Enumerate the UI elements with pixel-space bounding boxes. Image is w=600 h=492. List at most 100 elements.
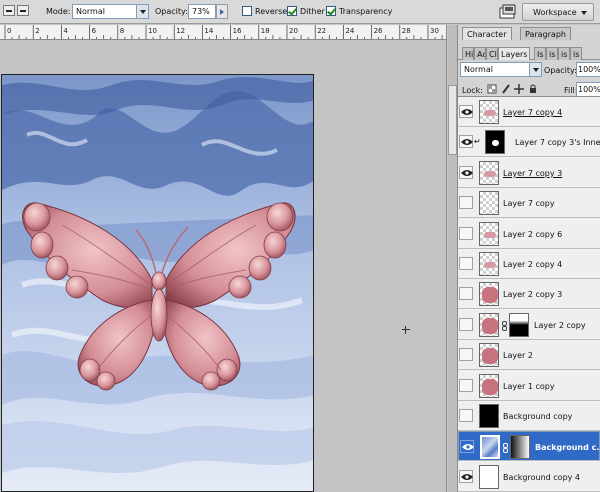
layer-row[interactable]: Layer 2 copy 3 [458,279,600,310]
layer-row[interactable]: Layer 2 copy 6 [458,218,600,249]
panel-collapse-strip[interactable] [446,25,458,492]
transparency-checkbox[interactable] [326,6,336,16]
ruler-label: 24 [345,27,354,35]
ruler-label: 4 [63,27,68,35]
eye-icon[interactable] [459,105,473,118]
layer-mask-thumbnail[interactable] [510,435,530,460]
layer-row[interactable]: ↵ Layer 7 copy 3's Inne... [458,127,600,158]
tab-actions[interactable]: Ac [474,47,486,60]
layer-row[interactable]: Layer 1 copy [458,370,600,401]
layer-row[interactable]: Background copy 4 [458,461,600,492]
horizontal-ruler[interactable]: 0 2 4 6 8 10 12 14 16 18 20 22 24 26 28 30 [0,25,446,40]
layer-mask-thumbnail[interactable] [509,312,529,337]
visibility-toggle[interactable] [459,378,473,392]
palette-well-icon[interactable] [499,4,517,20]
lock-transparent-icon[interactable] [487,84,497,94]
tab-swatches[interactable]: is [570,47,582,60]
lock-position-move-icon[interactable] [514,84,524,94]
chevron-down-icon [136,5,148,18]
layer-name: Layer 7 copy [503,199,555,209]
workspace-button[interactable]: Workspace [522,3,594,21]
layer-thumbnail [479,312,499,337]
layer-name: Layer 2 copy [534,320,586,330]
transparency-label: Transparency [339,7,393,16]
ruler-label: 2 [35,27,39,35]
blend-mode-value: Normal [464,65,493,74]
layer-row[interactable]: Background copy [458,401,600,431]
tab-clone[interactable]: Cl [486,47,498,60]
layer-thumbnail [479,221,499,246]
layer-row[interactable]: Layer 7 copy 3 [458,157,600,188]
layer-thumbnail [479,404,499,428]
opacity-input[interactable]: 73% [188,4,216,19]
ruler-label: 22 [317,27,326,35]
tab-paragraph[interactable]: Paragraph [520,27,571,40]
visibility-toggle[interactable] [459,196,473,210]
visibility-toggle[interactable] [459,348,473,362]
ruler-label: 6 [92,27,97,35]
document-canvas[interactable] [1,74,314,492]
ruler-label: 8 [120,27,124,35]
link-chain-icon[interactable] [501,320,507,331]
layer-thumbnail [485,130,505,155]
layer-name: Layer 7 copy 4 [503,108,563,117]
layer-row[interactable]: Layer 2 copy 4 [458,249,600,279]
ruler-label: 18 [261,27,270,35]
layer-row[interactable]: Layer 2 copy [458,309,600,340]
layer-row[interactable]: Layer 7 copy [458,188,600,219]
mode-label: Mode: [46,7,71,16]
tab-channels[interactable]: is [546,47,558,60]
blend-mode-select[interactable]: Normal [460,62,542,77]
layer-name: Layer 2 copy 3 [503,290,563,300]
layer-opacity-value: 100% [578,65,600,74]
reverse-label: Reverse [255,7,288,16]
layer-thumbnail [479,252,499,276]
layer-opacity-input[interactable]: 100% [576,62,600,77]
opacity-slider-button[interactable] [216,4,228,19]
layer-row[interactable]: Layer 2 [458,340,600,371]
tab-layers[interactable]: Layers [498,47,530,60]
tab-paths[interactable]: Is [534,47,546,60]
link-chain-icon[interactable] [502,443,508,454]
layer-thumbnail [479,100,499,124]
visibility-toggle[interactable] [459,409,473,422]
eye-icon[interactable] [459,165,473,179]
layer-name: Background copy [503,412,573,421]
layer-name: Background copy 4 [503,472,581,482]
visibility-toggle[interactable] [459,226,473,240]
layer-thumbnail [479,191,499,216]
fill-value: 100% [578,85,600,94]
layer-thumbnail [479,373,499,398]
layer-row[interactable]: Background c... [458,431,600,462]
dither-checkbox[interactable] [287,6,297,16]
eye-icon[interactable] [459,469,473,483]
lock-all-icon[interactable] [528,84,538,94]
scrollbar-thumb[interactable] [448,85,457,155]
gradient-linear-icon[interactable] [3,5,15,16]
workspace-label: Workspace [533,8,577,17]
dither-label: Dither [300,7,325,16]
tab-character[interactable]: Character [462,27,512,40]
layer-row[interactable]: Layer 7 copy 4 [458,97,600,127]
mode-select[interactable]: Normal [72,4,149,19]
ruler-label: 14 [204,27,213,35]
fill-input[interactable]: 100% [576,82,600,97]
reverse-checkbox[interactable] [242,6,252,16]
ruler-label: 26 [374,27,383,35]
gradient-reflected-icon[interactable] [17,5,29,16]
eye-icon[interactable] [459,135,473,149]
visibility-toggle[interactable] [459,287,473,301]
tab-styles[interactable]: is [558,47,570,60]
ruler-label: 10 [148,27,157,35]
visibility-toggle[interactable] [459,257,473,270]
visibility-toggle[interactable] [459,317,473,331]
eye-icon[interactable] [460,440,474,454]
layer-thumbnail [479,160,499,185]
butterfly-artwork [2,75,313,491]
ruler-label: 30 [430,27,439,35]
lock-image-brush-icon[interactable] [501,84,511,94]
tab-history[interactable]: Hi [462,47,474,60]
layers-panel-tabs: Hi Ac Cl Layers Is is is is [458,45,600,60]
layer-name: Layer 7 copy 3 [503,168,563,178]
mode-value: Normal [76,7,105,16]
